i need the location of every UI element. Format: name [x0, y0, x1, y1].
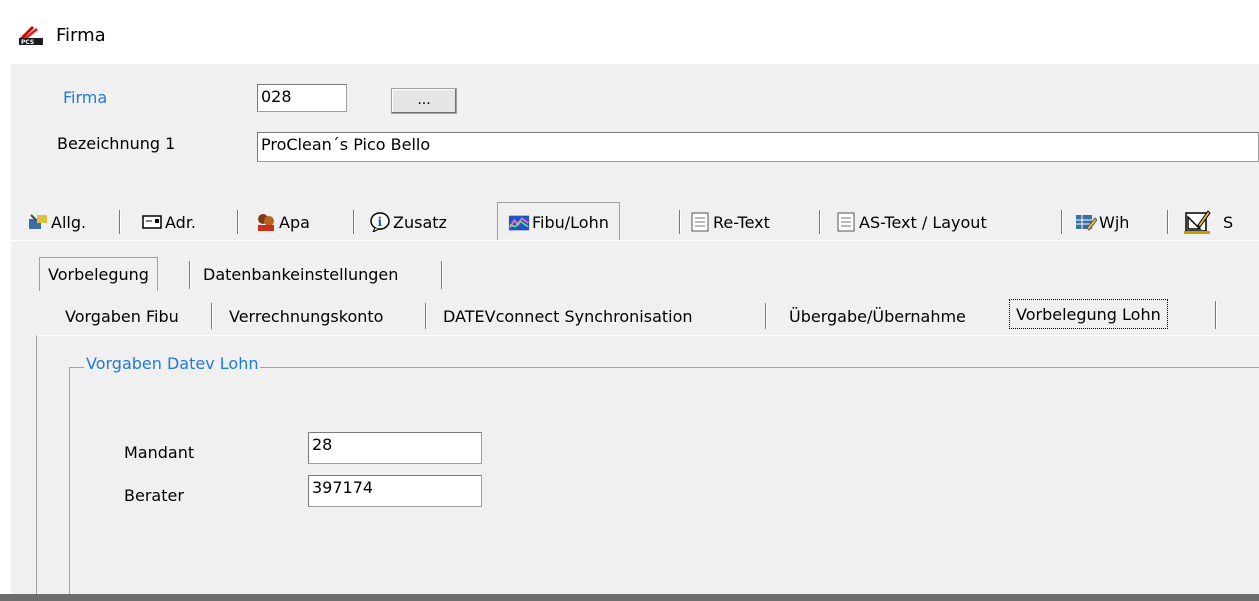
berater-label: Berater	[124, 486, 184, 505]
tab-datevconnect-label: DATEVconnect Synchronisation	[443, 306, 693, 326]
tab-vorbelegung[interactable]: Vorbelegung	[39, 257, 158, 291]
svg-text:i: i	[378, 215, 383, 229]
vorgaben-datev-lohn-group	[69, 367, 1259, 601]
tab-s[interactable]: S	[1177, 204, 1239, 240]
tab-vorgaben-fibu[interactable]: Vorgaben Fibu	[59, 301, 185, 331]
window-bottom-border	[0, 594, 1259, 601]
window-title: Firma	[56, 25, 106, 46]
mandant-label: Mandant	[124, 443, 195, 462]
settings-tools-icon	[27, 212, 49, 232]
tab-separator	[189, 261, 191, 289]
tab-fibu-lohn-label: Fibu/Lohn	[532, 213, 609, 232]
tab-datenbankeinstellungen[interactable]: Datenbankeinstellungen	[195, 257, 406, 291]
address-card-icon	[141, 212, 163, 232]
tab-uebergabe-uebernahme[interactable]: Übergabe/Übernahme	[783, 301, 972, 331]
edit-grid-icon	[1075, 212, 1097, 232]
tab-vorbelegung-label: Vorbelegung	[48, 265, 149, 284]
tab-fibu-lohn[interactable]: Fibu/Lohn	[497, 202, 620, 242]
tab-vorgaben-fibu-label: Vorgaben Fibu	[65, 306, 179, 326]
berater-input[interactable]: 397174	[308, 475, 482, 507]
firma-input[interactable]: 028	[257, 84, 347, 112]
tab-allg-label: Allg.	[51, 212, 87, 232]
main-tab-strip: Allg. Adr. Apa i Zusatz Fibu/Lohn Re-Tex…	[11, 202, 1259, 242]
info-icon: i	[369, 212, 391, 232]
tab-separator	[353, 210, 355, 234]
tab-separator	[441, 261, 443, 289]
tab-adr[interactable]: Adr.	[135, 204, 202, 240]
tab-separator	[679, 210, 681, 234]
tab-apa[interactable]: Apa	[249, 204, 316, 240]
document-icon	[835, 212, 857, 232]
tab-verrechnungskonto-label: Verrechnungskonto	[229, 306, 384, 326]
tab-uebergabe-label: Übergabe/Übernahme	[789, 306, 966, 326]
tab-as-text-layout[interactable]: AS-Text / Layout	[829, 204, 993, 240]
svg-text:PCS: PCS	[21, 39, 34, 46]
tab-separator	[211, 303, 213, 329]
group-title: Vorgaben Datev Lohn	[84, 354, 261, 373]
pcs-app-icon: PCS	[18, 24, 44, 46]
bezeichnung-input[interactable]: ProClean´s Pico Bello	[257, 132, 1259, 162]
tab-separator	[1215, 301, 1217, 329]
tab-wjh[interactable]: Wjh	[1069, 204, 1135, 240]
tab-datenbankeinstellungen-label: Datenbankeinstellungen	[203, 264, 399, 284]
tab-separator	[819, 210, 821, 234]
firma-label: Firma	[63, 88, 108, 107]
document-icon	[689, 212, 711, 232]
tab-re-text-label: Re-Text	[713, 212, 770, 232]
title-bar: PCS Firma	[0, 0, 1259, 64]
bezeichnung-label: Bezeichnung 1	[57, 134, 176, 153]
tab-separator	[237, 210, 239, 234]
tab-as-text-layout-label: AS-Text / Layout	[859, 212, 987, 232]
tab-re-text[interactable]: Re-Text	[683, 204, 776, 240]
tab-s-label: S	[1223, 212, 1234, 232]
mandant-input[interactable]: 28	[308, 432, 482, 464]
tab-apa-label: Apa	[279, 212, 310, 232]
tab-zusatz-label: Zusatz	[393, 212, 447, 232]
tab-wjh-label: Wjh	[1099, 212, 1130, 232]
chart-icon	[508, 213, 530, 233]
tab-separator	[1167, 210, 1169, 234]
tab-vorbelegung-lohn-label: Vorbelegung Lohn	[1016, 304, 1161, 324]
tab-separator	[119, 210, 121, 234]
tab-separator	[425, 303, 427, 329]
tab-verrechnungskonto[interactable]: Verrechnungskonto	[223, 301, 389, 331]
tab-allg[interactable]: Allg.	[21, 204, 92, 240]
drafting-icon	[1183, 208, 1213, 236]
tab-vorbelegung-lohn[interactable]: Vorbelegung Lohn	[1009, 299, 1168, 329]
tab-zusatz[interactable]: i Zusatz	[363, 204, 453, 240]
tab-separator	[765, 303, 767, 329]
tab-separator	[1061, 210, 1063, 234]
tab-datevconnect-synchronisation[interactable]: DATEVconnect Synchronisation	[437, 301, 699, 331]
contacts-icon	[255, 212, 277, 232]
browse-firma-button[interactable]: ...	[391, 88, 457, 114]
tab-adr-label: Adr.	[165, 212, 197, 232]
